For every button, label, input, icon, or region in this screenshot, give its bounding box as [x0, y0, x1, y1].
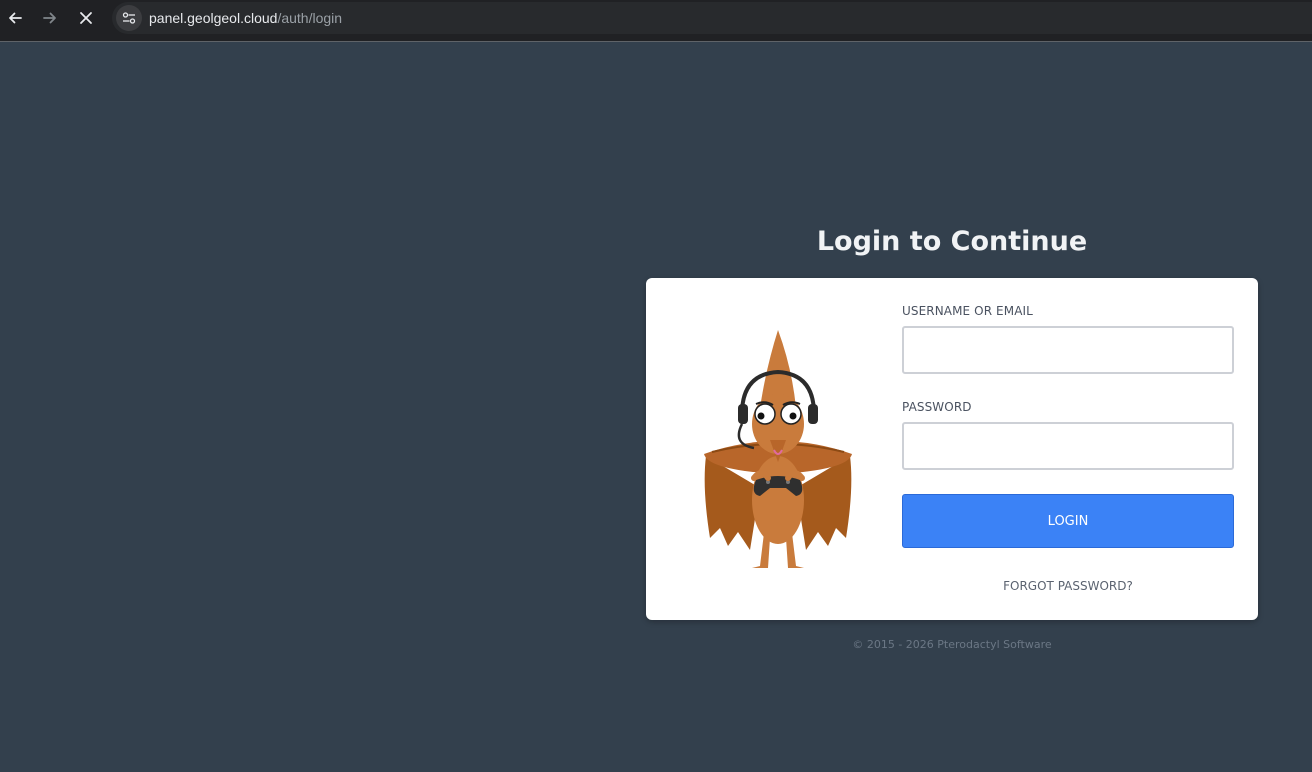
close-icon	[80, 12, 92, 24]
login-card: USERNAME OR EMAIL PASSWORD LOGIN FORGOT …	[646, 278, 1258, 620]
password-label: PASSWORD	[902, 400, 972, 414]
page-title: Login to Continue	[816, 226, 1088, 257]
url-path: /auth/login	[277, 10, 343, 26]
site-info-button[interactable]	[116, 5, 142, 31]
back-button[interactable]	[0, 5, 30, 31]
browser-toolbar: panel.geolgeol.cloud/auth/login	[0, 0, 1312, 42]
forward-button[interactable]	[35, 5, 65, 31]
login-button[interactable]: LOGIN	[902, 494, 1234, 548]
stop-loading-button[interactable]	[71, 5, 101, 31]
copyright-footer: © 2015 - 2026 Pterodactyl Software	[852, 638, 1052, 651]
back-arrow-icon	[9, 12, 22, 24]
url-host: panel.geolgeol.cloud	[149, 10, 278, 26]
forward-arrow-icon	[43, 12, 56, 24]
forgot-password-link[interactable]: FORGOT PASSWORD?	[902, 579, 1234, 593]
username-input[interactable]	[902, 326, 1234, 374]
site-settings-icon	[122, 12, 136, 24]
username-label: USERNAME OR EMAIL	[902, 304, 1033, 318]
address-bar[interactable]: panel.geolgeol.cloud/auth/login	[112, 2, 1312, 34]
pterodactyl-mascot-image	[704, 330, 852, 568]
password-input[interactable]	[902, 422, 1234, 470]
url-text[interactable]: panel.geolgeol.cloud/auth/login	[149, 10, 342, 26]
